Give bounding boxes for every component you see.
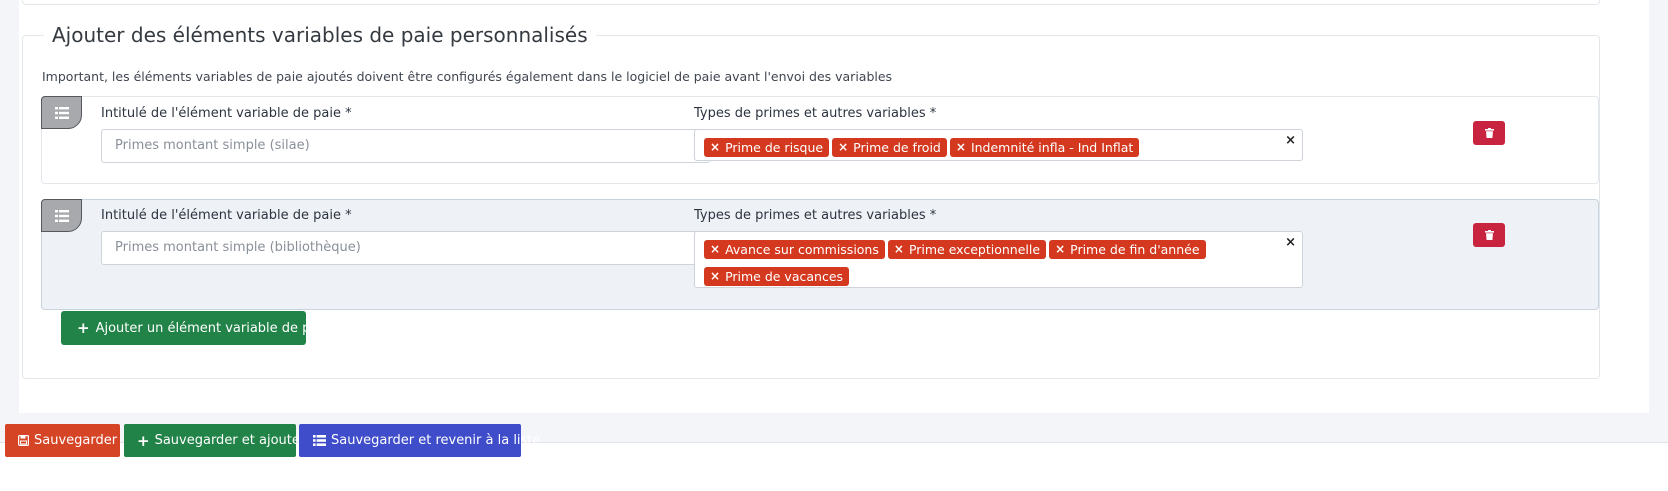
add-variable-label: Ajouter un élément variable de paie (95, 320, 330, 336)
tag-label: Avance sur commissions (725, 242, 879, 257)
tag-remove-icon[interactable]: × (956, 138, 966, 157)
variable-types-select[interactable]: × Avance sur commissions × Prime exceptionn… (694, 231, 1303, 288)
selected-tag[interactable]: × Avance sur commissions (704, 240, 885, 259)
tag-label: Prime de risque (725, 140, 824, 155)
selected-tag[interactable]: × Prime de risque (704, 138, 830, 157)
list-icon (54, 209, 69, 222)
previous-section-border (22, 0, 1600, 5)
variable-types-label: Types de primes et autres variables * (694, 208, 937, 223)
variable-name-label: Intitulé de l'élément variable de paie * (101, 106, 352, 121)
plus-icon: + (77, 319, 90, 337)
tag-label: Prime de vacances (725, 269, 844, 284)
list-icon (313, 435, 326, 446)
save-button[interactable]: Sauvegarder (5, 424, 120, 457)
tag-remove-icon[interactable]: × (710, 267, 720, 286)
clear-selection-icon[interactable]: × (1285, 235, 1296, 250)
save-and-add-label: Sauvegarder et ajouter (154, 433, 306, 448)
tag-remove-icon[interactable]: × (838, 138, 848, 157)
section-legend: Ajouter des éléments variables de paie p… (44, 20, 596, 50)
clear-selection-icon[interactable]: × (1285, 133, 1296, 148)
selected-tag[interactable]: × Prime exceptionnelle (887, 240, 1047, 259)
variable-types-select[interactable]: × Prime de risque × Prime de froid × Indemnit… (694, 129, 1303, 161)
trash-icon (1484, 128, 1494, 138)
variable-types-label: Types de primes et autres variables * (694, 106, 937, 121)
floppy-icon (18, 435, 29, 446)
selected-tag[interactable]: × Prime de froid (832, 138, 947, 157)
add-variable-button[interactable]: + Ajouter un élément variable de paie (61, 311, 330, 345)
tag-label: Prime exceptionnelle (908, 242, 1041, 257)
trash-icon (1484, 230, 1494, 240)
variable-name-label: Intitulé de l'élément variable de paie * (101, 208, 352, 223)
save-and-return-label: Sauvegarder et revenir à la liste (331, 433, 541, 448)
save-and-add-button[interactable]: + Sauvegarder et ajouter (124, 424, 305, 457)
delete-row-button[interactable] (1473, 121, 1505, 145)
selected-tag[interactable]: × Indemnité infla - Ind Inflat (949, 138, 1140, 157)
section-info-text: Important, les éléments variables de pai… (42, 69, 893, 84)
tag-remove-icon[interactable]: × (1055, 240, 1065, 259)
tag-label: Prime de froid (853, 140, 941, 155)
tag-remove-icon[interactable]: × (894, 240, 904, 259)
tag-remove-icon[interactable]: × (710, 240, 720, 259)
drag-handle[interactable] (41, 199, 82, 232)
variable-name-input[interactable]: Primes montant simple (bibliothèque) (101, 231, 710, 265)
selected-tag[interactable]: × Prime de fin d'année (1049, 240, 1206, 259)
plus-icon: + (137, 431, 150, 450)
save-label: Sauvegarder (34, 433, 118, 448)
tag-label: Prime de fin d'année (1070, 242, 1200, 257)
list-icon (54, 106, 69, 119)
selected-tag[interactable]: × Prime de vacances (704, 267, 850, 286)
variable-name-input[interactable]: Primes montant simple (silae) (101, 129, 710, 163)
tag-label: Indemnité infla - Ind Inflat (970, 140, 1134, 155)
delete-row-button[interactable] (1473, 223, 1505, 247)
drag-handle[interactable] (41, 96, 82, 129)
tag-remove-icon[interactable]: × (710, 138, 720, 157)
save-and-return-button[interactable]: Sauvegarder et revenir à la liste (299, 424, 540, 457)
